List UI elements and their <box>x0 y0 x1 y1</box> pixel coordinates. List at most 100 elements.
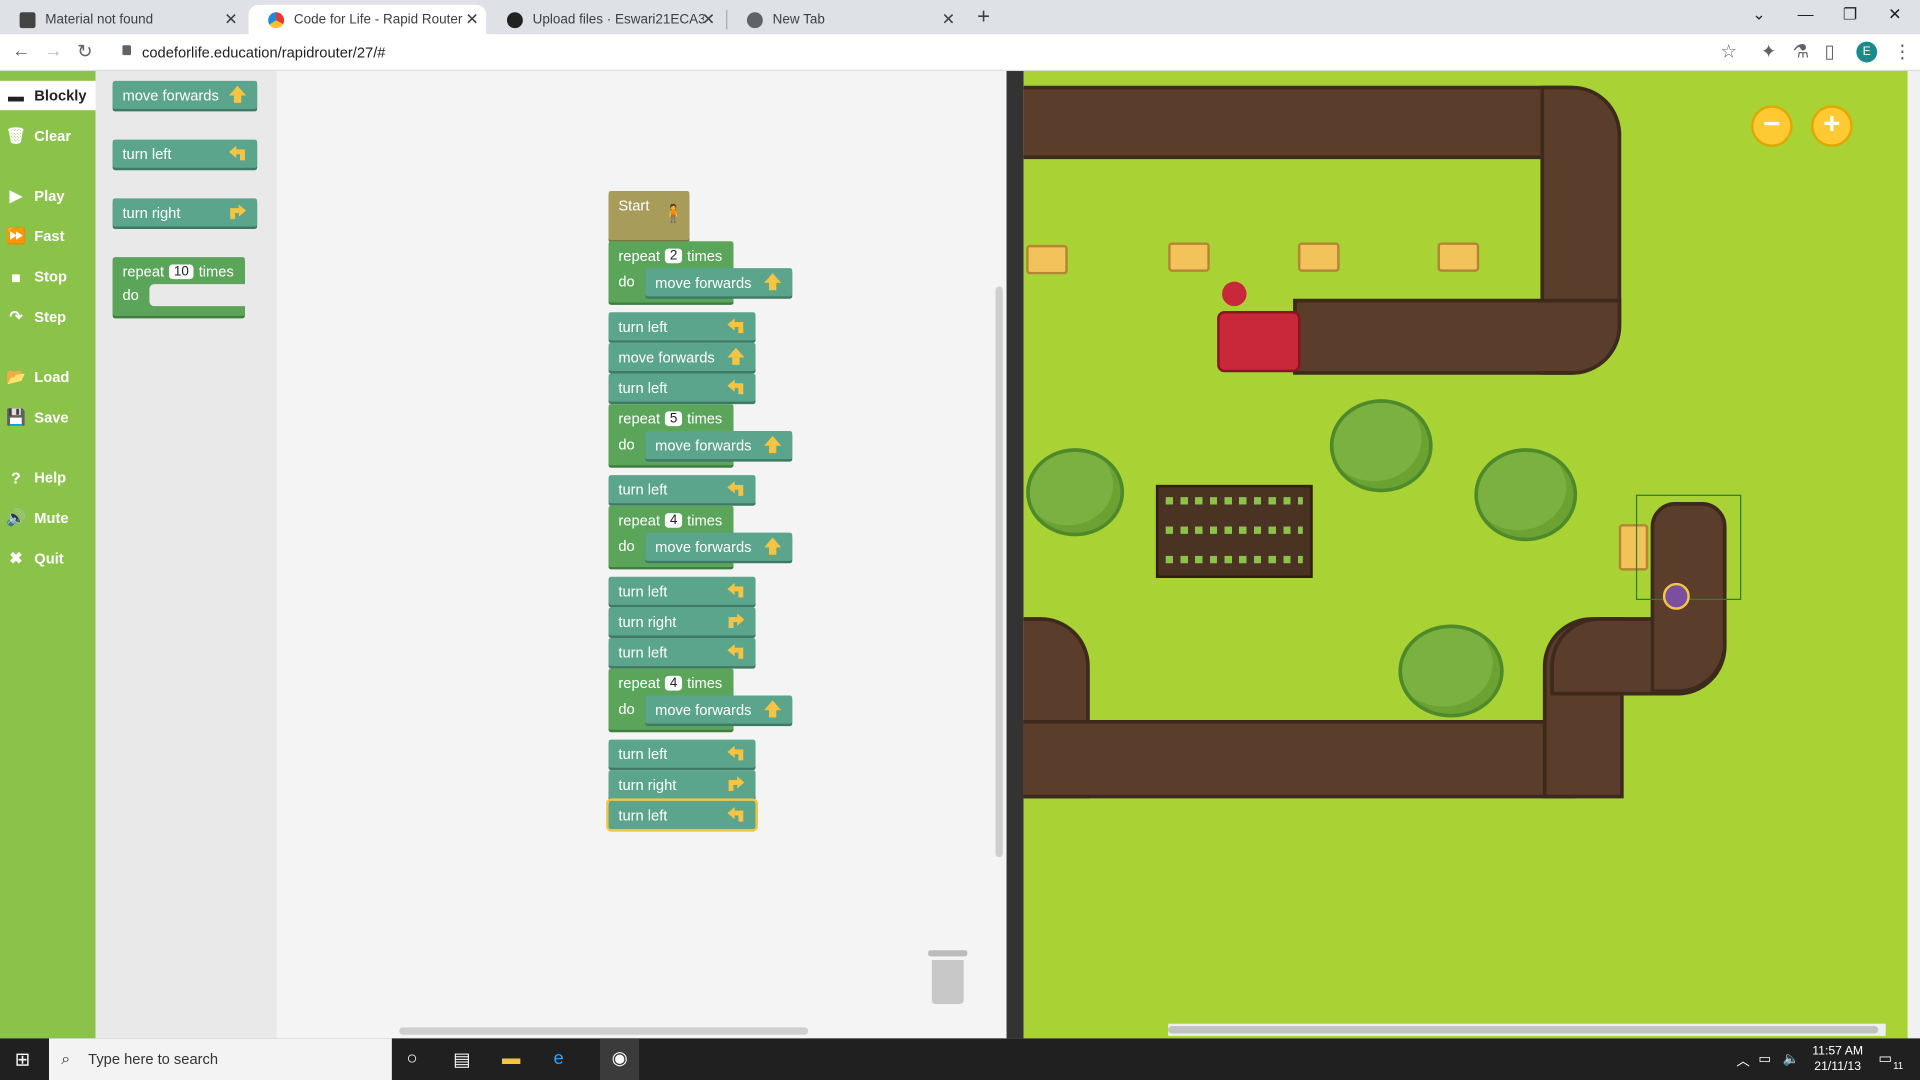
tab-github-upload[interactable]: Upload files · Eswari21ECA33/pyt ✕ <box>487 5 722 34</box>
blockly-workspace[interactable]: Start 🧍 repeat 2 times do move forwards tur… <box>276 71 1007 1039</box>
move-forwards-block[interactable]: move forwards <box>608 342 756 372</box>
repeat-count[interactable]: 2 <box>664 248 683 264</box>
turn-left-block[interactable]: turn left <box>608 576 756 605</box>
page-vertical-scrollbar[interactable] <box>1907 71 1920 1039</box>
turn-left-block[interactable]: turn left <box>608 739 756 768</box>
sidebar-item-play[interactable]: ▶ Play <box>5 181 93 210</box>
repeat-count[interactable]: 10 <box>169 264 194 280</box>
side-panel-icon[interactable]: ▯ <box>1825 40 1835 63</box>
reload-icon[interactable]: ↻ <box>77 40 92 63</box>
move-forwards-block[interactable]: move forwards <box>645 431 793 460</box>
chrome-taskbar-icon[interactable]: ◉ <box>600 1038 640 1080</box>
tab-new-tab[interactable]: New Tab ✕ <box>727 5 962 34</box>
fast-forward-icon: ⏩ <box>6 226 26 245</box>
sidebar-item-quit[interactable]: ✖ Quit <box>5 544 93 573</box>
sidebar-item-fast[interactable]: ⏩ Fast <box>5 222 93 251</box>
move-forwards-block[interactable]: move forwards <box>645 532 793 561</box>
map-horizontal-scrollbar[interactable] <box>1168 1023 1886 1036</box>
tray-chevron-icon[interactable]: ︿ <box>1736 1051 1749 1071</box>
game-map: − + <box>1023 71 1908 1039</box>
taskbar-clock[interactable]: 11:57 AM 21/11/13 <box>1812 1043 1863 1075</box>
trash-can-icon[interactable] <box>928 950 968 1005</box>
toolbox-move-forwards-block[interactable]: move forwards <box>112 80 258 109</box>
turn-right-block[interactable]: turn right <box>608 607 756 636</box>
toolbox-turn-left-block[interactable]: turn left <box>112 139 258 168</box>
turn-left-block[interactable]: turn left <box>608 312 756 341</box>
horizontal-scrollbar[interactable] <box>399 1027 809 1035</box>
turn-left-block[interactable]: turn left <box>606 798 758 832</box>
windows-start-icon[interactable]: ⊞ <box>15 1048 30 1070</box>
sidebar-item-blockly[interactable]: ▬ Blockly <box>0 80 96 111</box>
bush-icon <box>1474 448 1578 542</box>
repeat-count[interactable]: 4 <box>664 675 683 691</box>
sidebar-item-load[interactable]: 📂 Load <box>5 362 93 391</box>
network-icon[interactable]: ▭ <box>1758 1051 1771 1067</box>
avatar[interactable]: E <box>1856 41 1878 63</box>
bookmark-star-icon[interactable]: ☆ <box>1720 40 1736 63</box>
cortana-icon[interactable]: ○ <box>407 1048 418 1069</box>
back-icon[interactable]: ← <box>12 40 30 61</box>
extensions-icon[interactable]: ✦ <box>1761 40 1776 63</box>
file-explorer-icon[interactable]: ▬ <box>502 1048 520 1069</box>
sidebar-item-clear[interactable]: 🗑 Clear <box>5 121 93 150</box>
turn-left-block[interactable]: turn left <box>608 475 756 504</box>
block-label: turn left <box>122 145 172 163</box>
arrow-turn-left-icon <box>727 745 744 761</box>
crop-field-icon <box>1155 484 1313 578</box>
destination-marker-icon <box>1222 281 1247 307</box>
hay-bale-icon <box>1168 242 1210 272</box>
flask-icon[interactable]: ⚗ <box>1793 40 1809 63</box>
arrow-up-icon <box>727 347 745 365</box>
minimize-icon[interactable]: — <box>1798 5 1814 23</box>
volume-icon[interactable]: 🔈 <box>1783 1051 1800 1067</box>
arrow-turn-left-icon <box>727 379 744 395</box>
sidebar-item-step[interactable]: ↷ Step <box>5 302 93 331</box>
block-label: turn left <box>618 317 668 335</box>
repeat-label: repeat <box>618 247 661 265</box>
start-block[interactable]: Start 🧍 <box>608 191 690 241</box>
panel-divider[interactable] <box>1006 71 1024 1039</box>
trash-icon: 🗑 <box>5 126 27 145</box>
zoom-out-button[interactable]: − <box>1751 105 1793 147</box>
menu-dots-icon[interactable]: ⋮ <box>1893 40 1911 63</box>
task-view-icon[interactable]: ▤ <box>453 1048 470 1070</box>
tab-material-not-found[interactable]: Material not found ✕ <box>0 5 245 34</box>
sidebar-item-label: Blockly <box>34 86 87 105</box>
repeat-count[interactable]: 4 <box>664 513 683 528</box>
new-tab-plus-icon[interactable]: + <box>977 4 990 30</box>
move-forwards-block[interactable]: move forwards <box>645 695 793 724</box>
vertical-scrollbar[interactable] <box>995 286 1003 858</box>
close-tab-icon[interactable]: ✕ <box>465 10 478 30</box>
toolbox-turn-right-block[interactable]: turn right <box>112 198 258 227</box>
do-label: do <box>618 435 635 454</box>
zoom-in-button[interactable]: + <box>1811 105 1853 147</box>
edge-icon[interactable]: e <box>553 1048 563 1069</box>
restore-icon[interactable]: ❐ <box>1843 5 1857 25</box>
turn-left-block[interactable]: turn left <box>608 637 756 667</box>
close-tab-icon[interactable]: ✕ <box>942 10 955 30</box>
tab-search-icon[interactable]: ⌄ <box>1752 5 1765 25</box>
block-label: turn left <box>618 480 668 498</box>
turn-left-block[interactable]: turn left <box>608 373 756 402</box>
sidebar-item-label: Mute <box>34 509 69 527</box>
notifications-icon[interactable]: ▭ <box>1878 1049 1892 1066</box>
sidebar-item-help[interactable]: ? Help <box>5 463 93 492</box>
close-tab-icon[interactable]: ✕ <box>702 10 715 30</box>
close-tab-icon[interactable]: ✕ <box>224 10 237 30</box>
address-bar[interactable]: codeforlife.education/rapidrouter/27/# <box>142 44 385 61</box>
move-forwards-block[interactable]: move forwards <box>645 268 793 297</box>
repeat-count[interactable]: 5 <box>664 411 683 427</box>
github-icon <box>506 11 523 28</box>
forward-icon[interactable]: → <box>44 40 62 61</box>
sidebar-item-mute[interactable]: 🔊 Mute <box>5 503 93 532</box>
window-close-icon[interactable]: ✕ <box>1888 5 1901 25</box>
toolbox-repeat-block[interactable]: repeat 10 times do <box>112 257 248 316</box>
tab-rapid-router[interactable]: Code for Life - Rapid Router ✕ <box>248 4 487 35</box>
taskbar-search-input[interactable]: ⌕ Type here to search <box>48 1038 392 1080</box>
sidebar-item-save[interactable]: 💾 Save <box>5 403 93 432</box>
sidebar-item-stop[interactable]: ■ Stop <box>5 262 93 291</box>
chrome-icon <box>746 11 763 28</box>
blockly-icon: ▬ <box>7 86 24 105</box>
times-label: times <box>687 410 723 428</box>
turn-right-block[interactable]: turn right <box>608 770 756 799</box>
